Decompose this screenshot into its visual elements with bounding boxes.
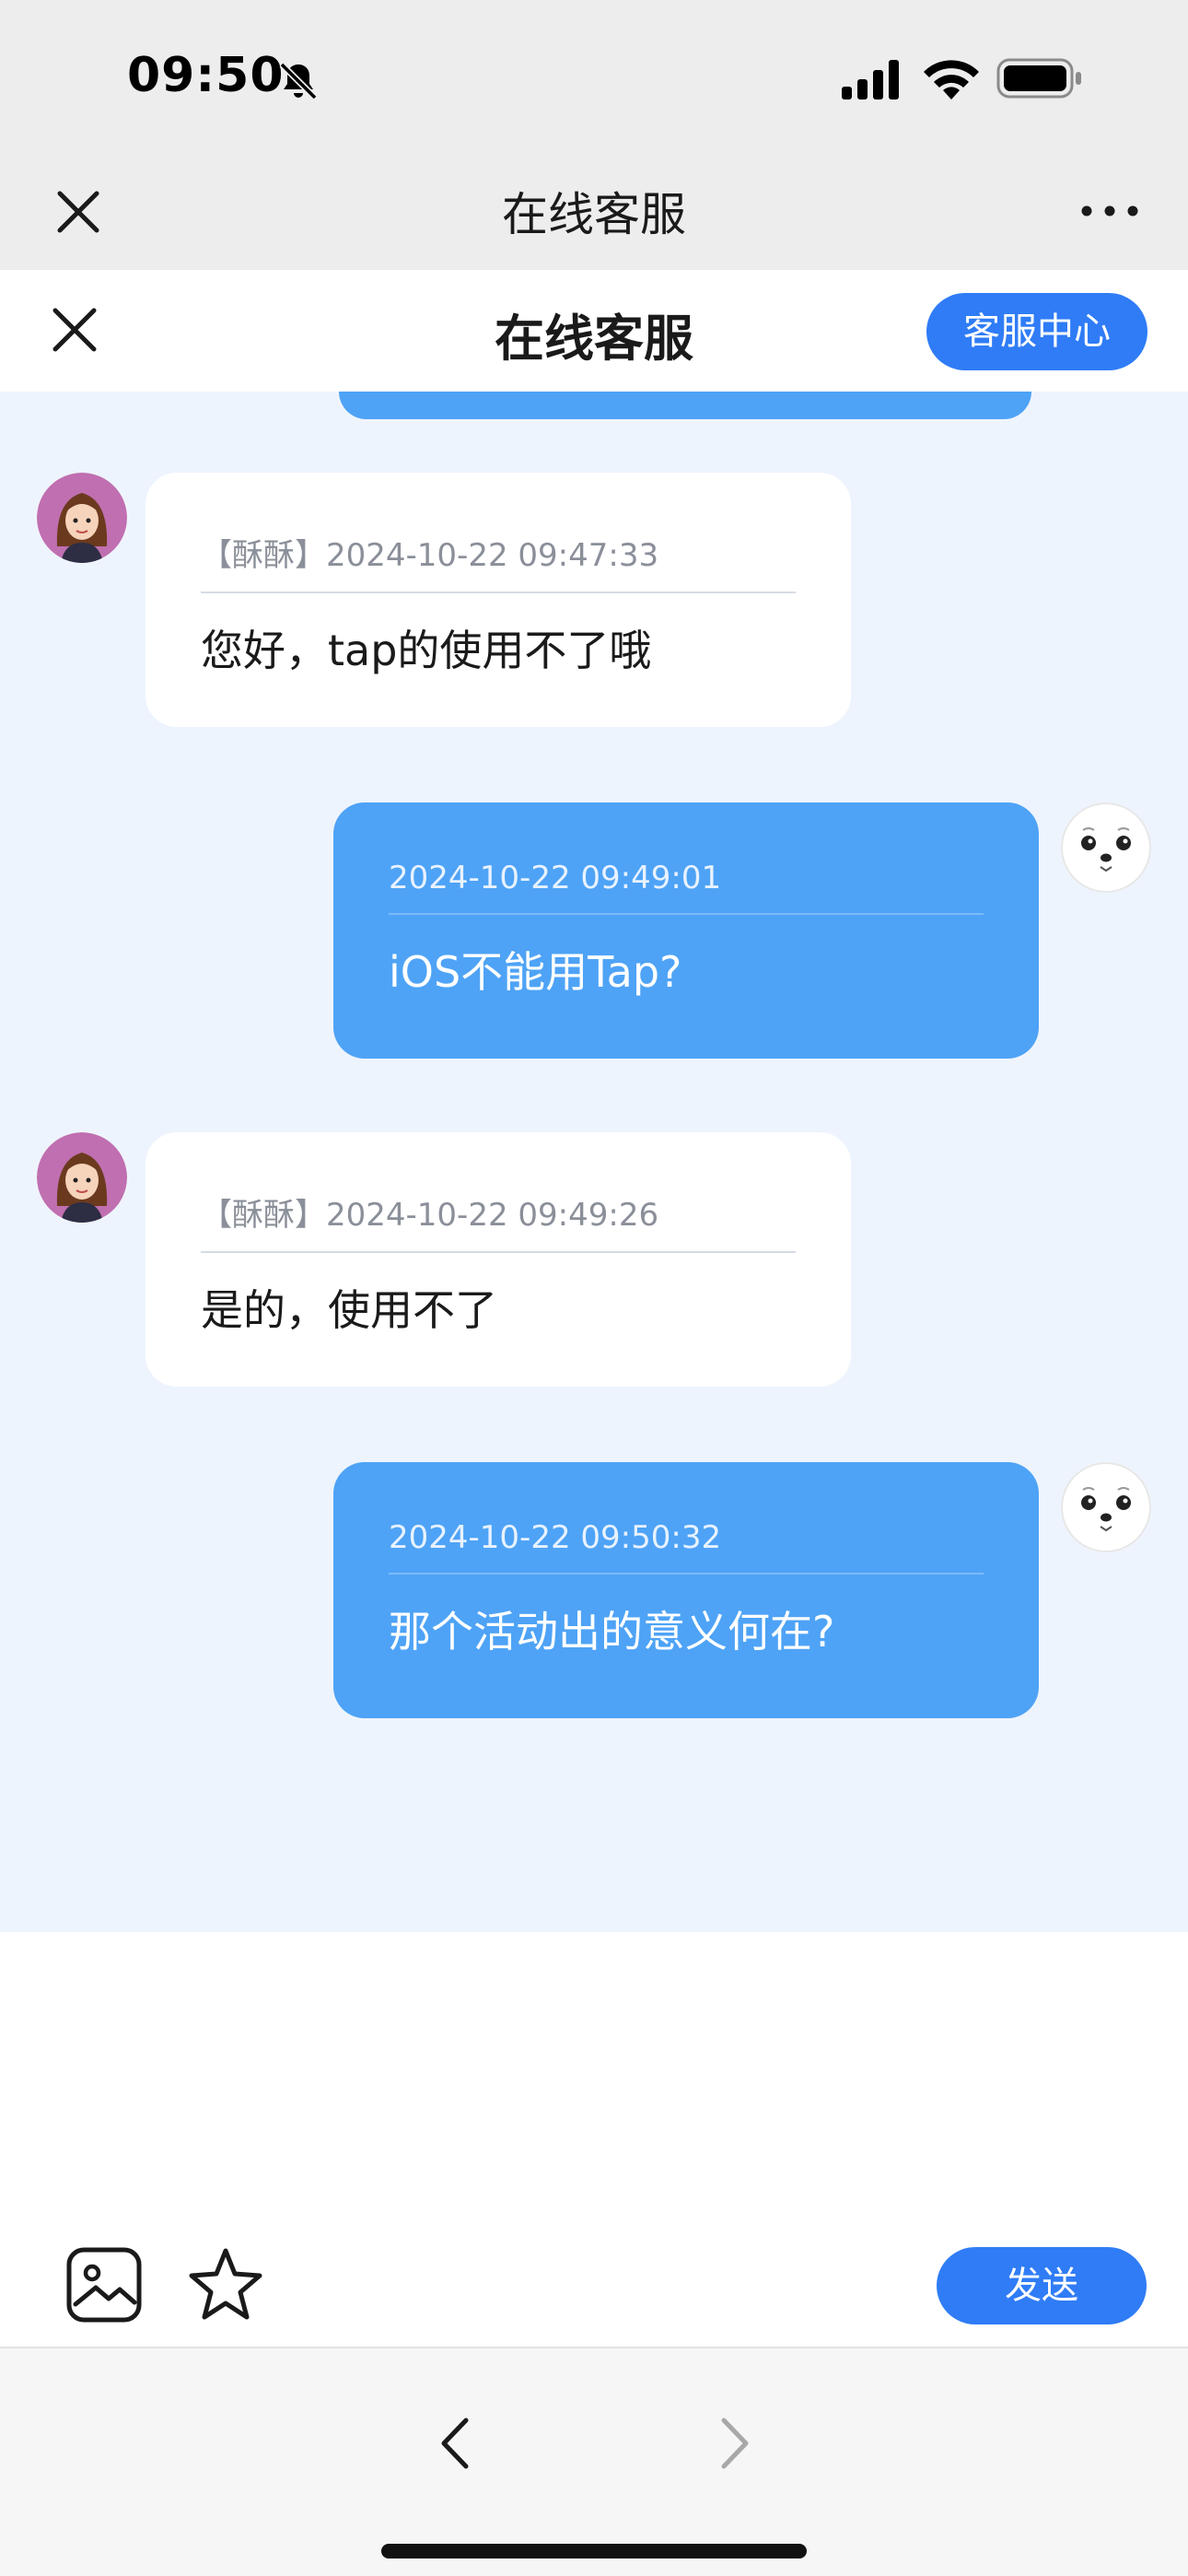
user-avatar bbox=[1061, 1462, 1151, 1552]
message-meta: 2024-10-22 09:49:01 bbox=[389, 860, 984, 915]
message-text: 是的，使用不了 bbox=[201, 1285, 497, 1335]
message-meta: 【酥酥】2024-10-22 09:47:33 bbox=[201, 530, 796, 593]
agent-avatar bbox=[37, 473, 127, 563]
status-time: 09:50 bbox=[127, 48, 285, 103]
message-meta: 2024-10-22 09:50:32 bbox=[389, 1519, 984, 1575]
message-text: 那个活动出的意义何在? bbox=[389, 1607, 835, 1657]
more-icon[interactable] bbox=[1077, 193, 1142, 229]
message-bubble-user: 2024-10-22 09:49:01 iOS不能用Tap? bbox=[333, 802, 1039, 1059]
user-avatar bbox=[1061, 802, 1151, 893]
home-indicator[interactable] bbox=[381, 2544, 807, 2558]
message-bubble-agent: 【酥酥】2024-10-22 09:49:26 是的，使用不了 bbox=[146, 1132, 851, 1387]
agent-avatar bbox=[37, 1132, 127, 1223]
message-bubble-agent: 【酥酥】2024-10-22 09:47:33 您好，tap的使用不了哦 bbox=[146, 473, 851, 727]
bell-slash-icon bbox=[279, 62, 318, 100]
outer-page-title: 在线客服 bbox=[502, 188, 686, 241]
message-text: 您好，tap的使用不了哦 bbox=[201, 626, 652, 675]
chat-header: 在线客服 客服中心 bbox=[0, 270, 1188, 392]
status-bar: 09:50 bbox=[0, 0, 1188, 152]
message-text: iOS不能用Tap? bbox=[389, 947, 682, 997]
previous-message-bubble bbox=[339, 392, 1031, 419]
send-button[interactable]: 发送 bbox=[937, 2247, 1147, 2324]
back-arrow-icon[interactable] bbox=[429, 2411, 481, 2476]
browser-bottom-nav bbox=[0, 2347, 1188, 2576]
message-bubble-user: 2024-10-22 09:50:32 那个活动出的意义何在? bbox=[333, 1462, 1039, 1718]
forward-arrow-icon[interactable] bbox=[709, 2411, 761, 2476]
message-meta: 【酥酥】2024-10-22 09:49:26 bbox=[201, 1189, 796, 1253]
star-icon[interactable] bbox=[184, 2243, 267, 2326]
chat-message-list[interactable]: 【酥酥】2024-10-22 09:47:33 您好，tap的使用不了哦 202… bbox=[0, 392, 1188, 1932]
service-center-button[interactable]: 客服中心 bbox=[926, 293, 1147, 370]
signal-icon bbox=[842, 60, 899, 100]
message-input-area[interactable]: 发送 bbox=[0, 1932, 1188, 2347]
battery-icon bbox=[996, 58, 1081, 99]
image-icon[interactable] bbox=[64, 2245, 144, 2324]
wifi-icon bbox=[924, 60, 979, 100]
outer-navigation-bar: 在线客服 bbox=[0, 152, 1188, 270]
